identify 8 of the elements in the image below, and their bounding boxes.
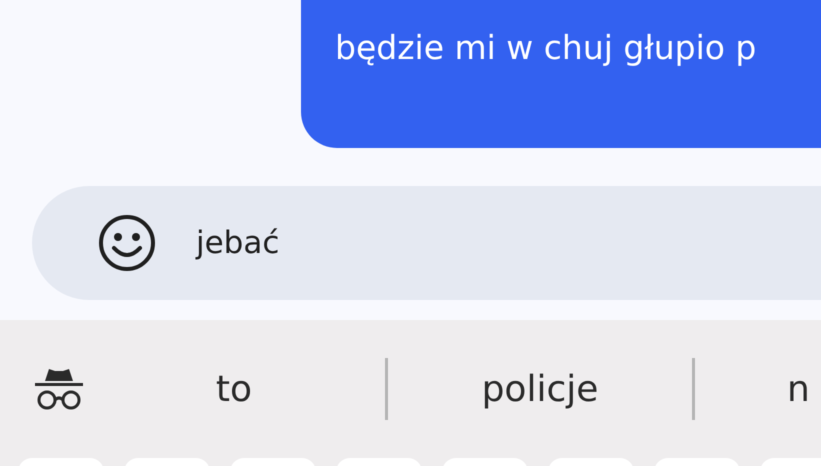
message-text: będzie mi w chuj głupio p <box>335 28 756 67</box>
suggestion-chip[interactable]: to <box>83 368 385 410</box>
suggestion-chip[interactable]: n <box>787 368 810 410</box>
suggestion-chip[interactable]: policje <box>388 368 692 410</box>
incognito-icon[interactable] <box>35 367 83 411</box>
message-field[interactable]: jebać <box>32 186 821 300</box>
emoji-icon[interactable] <box>98 214 156 272</box>
message-input-text: jebać <box>196 225 280 261</box>
